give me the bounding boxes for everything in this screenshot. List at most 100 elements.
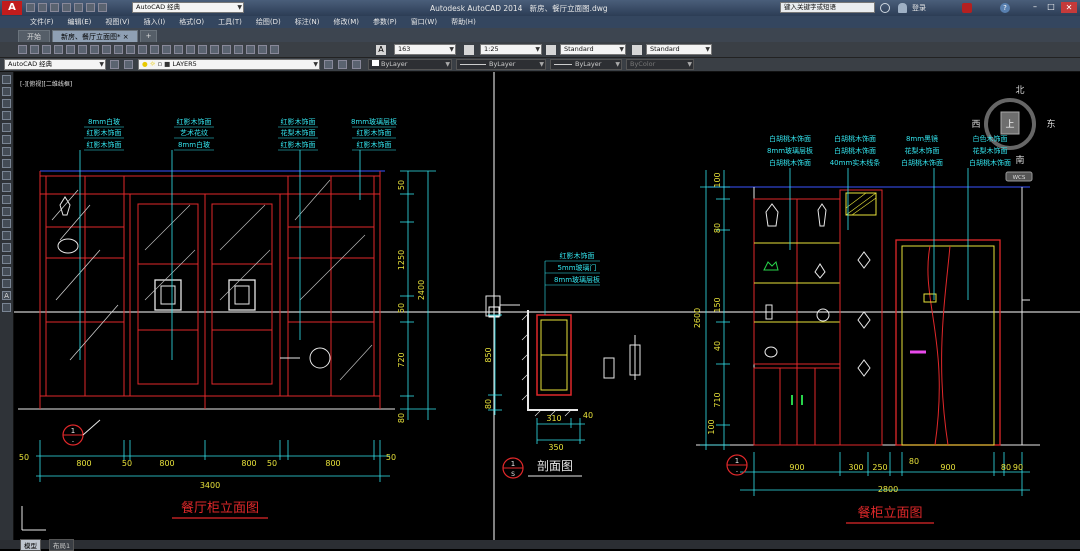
menu-draw[interactable]: 绘图(D)	[256, 17, 281, 27]
sign-in-link[interactable]: 登录	[912, 3, 926, 13]
close-icon[interactable]: ×	[123, 33, 129, 41]
rectangle-icon[interactable]	[2, 123, 11, 132]
menu-window[interactable]: 窗口(W)	[411, 17, 437, 27]
preview-icon[interactable]	[66, 45, 75, 54]
match-properties-icon[interactable]	[126, 45, 135, 54]
ellipse-icon[interactable]	[2, 183, 11, 192]
layer-select[interactable]: ● ☼ ▫ ■ LAYER5 ▼	[138, 59, 320, 70]
design-center-icon[interactable]	[222, 45, 231, 54]
menu-file[interactable]: 文件(F)	[30, 17, 54, 27]
layer-previous-icon[interactable]	[338, 60, 347, 69]
properties-icon[interactable]	[210, 45, 219, 54]
zoom-realtime-icon[interactable]	[174, 45, 183, 54]
print-icon[interactable]	[74, 3, 83, 12]
menu-format[interactable]: 格式(O)	[179, 17, 204, 27]
qnew-icon[interactable]	[18, 45, 27, 54]
revision-cloud-icon[interactable]	[2, 159, 11, 168]
redo2-icon[interactable]	[150, 45, 159, 54]
app-menu-button[interactable]: A	[2, 1, 22, 15]
lineweight-select[interactable]: ByLayer ▼	[550, 59, 622, 70]
close-button[interactable]: ✕	[1061, 2, 1077, 13]
search-input[interactable]: 键入关键字或短语	[780, 2, 875, 13]
linetype-select[interactable]: ByLayer ▼	[456, 59, 546, 70]
insert-block-icon[interactable]	[2, 207, 11, 216]
menu-modify[interactable]: 修改(M)	[333, 17, 359, 27]
table-icon[interactable]	[2, 279, 11, 288]
door-ornament-left	[154, 279, 182, 311]
save-icon[interactable]	[50, 3, 59, 12]
ellipse-arc-icon[interactable]	[2, 195, 11, 204]
layer-properties-icon[interactable]	[124, 60, 133, 69]
make-block-icon[interactable]	[2, 219, 11, 228]
polyline-icon[interactable]	[2, 99, 11, 108]
note: 红影木饰面	[87, 140, 122, 149]
search-icon[interactable]	[880, 3, 890, 13]
dim-style-select[interactable]: Standard ▼	[646, 44, 712, 55]
pan-icon[interactable]	[162, 45, 171, 54]
region-icon[interactable]	[2, 267, 11, 276]
section-notes: 红影木饰面 5mm玻璃门 8mm玻璃层板	[554, 251, 600, 284]
spline-icon[interactable]	[2, 171, 11, 180]
decor-bowl-icon	[816, 308, 830, 322]
menu-insert[interactable]: 插入(I)	[144, 17, 166, 27]
text-style-select[interactable]: Standard ▼	[560, 44, 626, 55]
gradient-icon[interactable]	[2, 255, 11, 264]
qopen-icon[interactable]	[30, 45, 39, 54]
layer-states-icon[interactable]	[352, 60, 361, 69]
tab-start[interactable]: 开始	[18, 30, 50, 42]
user-icon[interactable]	[898, 3, 907, 13]
calculator-icon[interactable]	[270, 45, 279, 54]
cut-icon[interactable]	[90, 45, 99, 54]
sheet-set-icon[interactable]	[246, 45, 255, 54]
copy-icon[interactable]	[102, 45, 111, 54]
menu-parametric[interactable]: 参数(P)	[373, 17, 397, 27]
point-icon[interactable]	[2, 231, 11, 240]
multiline-text-icon[interactable]: A	[2, 291, 11, 300]
annotation-scale-select[interactable]: 163 ▼	[394, 44, 456, 55]
new-icon[interactable]	[26, 3, 35, 12]
qsave-icon[interactable]	[42, 45, 51, 54]
minimize-button[interactable]: –	[1028, 2, 1042, 13]
tool-palette-icon[interactable]	[234, 45, 243, 54]
menu-view[interactable]: 视图(V)	[105, 17, 129, 27]
markup-icon[interactable]	[258, 45, 267, 54]
undo2-icon[interactable]	[138, 45, 147, 54]
color-select[interactable]: ByLayer ▼	[368, 59, 452, 70]
note: 40mm实木线条	[830, 158, 881, 167]
workspace-select[interactable]: AutoCAD 经典 ▼	[132, 2, 244, 13]
add-selected-icon[interactable]	[2, 303, 11, 312]
construction-line-icon[interactable]	[2, 87, 11, 96]
arc-icon[interactable]	[2, 135, 11, 144]
plot-icon[interactable]	[54, 45, 63, 54]
zoom-previous-icon[interactable]	[198, 45, 207, 54]
workspace-combo[interactable]: AutoCAD 经典 ▼	[4, 59, 106, 70]
redo-icon[interactable]	[98, 3, 107, 12]
line-icon[interactable]	[2, 75, 11, 84]
tab-drawing[interactable]: 新房、餐厅立面图* ×	[52, 30, 138, 42]
drawing-canvas[interactable]: [-][俯视][二维线框] 上 北 南 东 西 WCS 8mm白玻 红影木饰面 …	[14, 72, 1080, 540]
menu-help[interactable]: 帮助(H)	[451, 17, 476, 27]
open-icon[interactable]	[38, 3, 47, 12]
section-dims: 850 80 310 40 350	[484, 347, 593, 452]
note: 白胡桃木饰面	[834, 146, 876, 155]
publish-icon[interactable]	[78, 45, 87, 54]
circle-icon[interactable]	[2, 147, 11, 156]
polygon-icon[interactable]	[2, 111, 11, 120]
plotstyle-select[interactable]: ByColor ▼	[626, 59, 694, 70]
exchange-icon[interactable]	[962, 3, 972, 13]
paste-icon[interactable]	[114, 45, 123, 54]
make-current-layer-icon[interactable]	[324, 60, 333, 69]
viewport-label[interactable]: [-][俯视][二维线框]	[20, 80, 72, 88]
undo-icon[interactable]	[86, 3, 95, 12]
workspace-settings-icon[interactable]	[110, 60, 119, 69]
menu-tools[interactable]: 工具(T)	[218, 17, 242, 27]
hatch-icon[interactable]	[2, 243, 11, 252]
save-as-icon[interactable]	[62, 3, 71, 12]
maximize-button[interactable]: □	[1044, 2, 1058, 13]
scale-select[interactable]: 1:25 ▼	[480, 44, 542, 55]
menu-dimension[interactable]: 标注(N)	[295, 17, 320, 27]
zoom-window-icon[interactable]	[186, 45, 195, 54]
help-icon[interactable]: ?	[1000, 3, 1010, 13]
menu-edit[interactable]: 编辑(E)	[68, 17, 92, 27]
new-tab-button[interactable]: +	[139, 30, 158, 42]
